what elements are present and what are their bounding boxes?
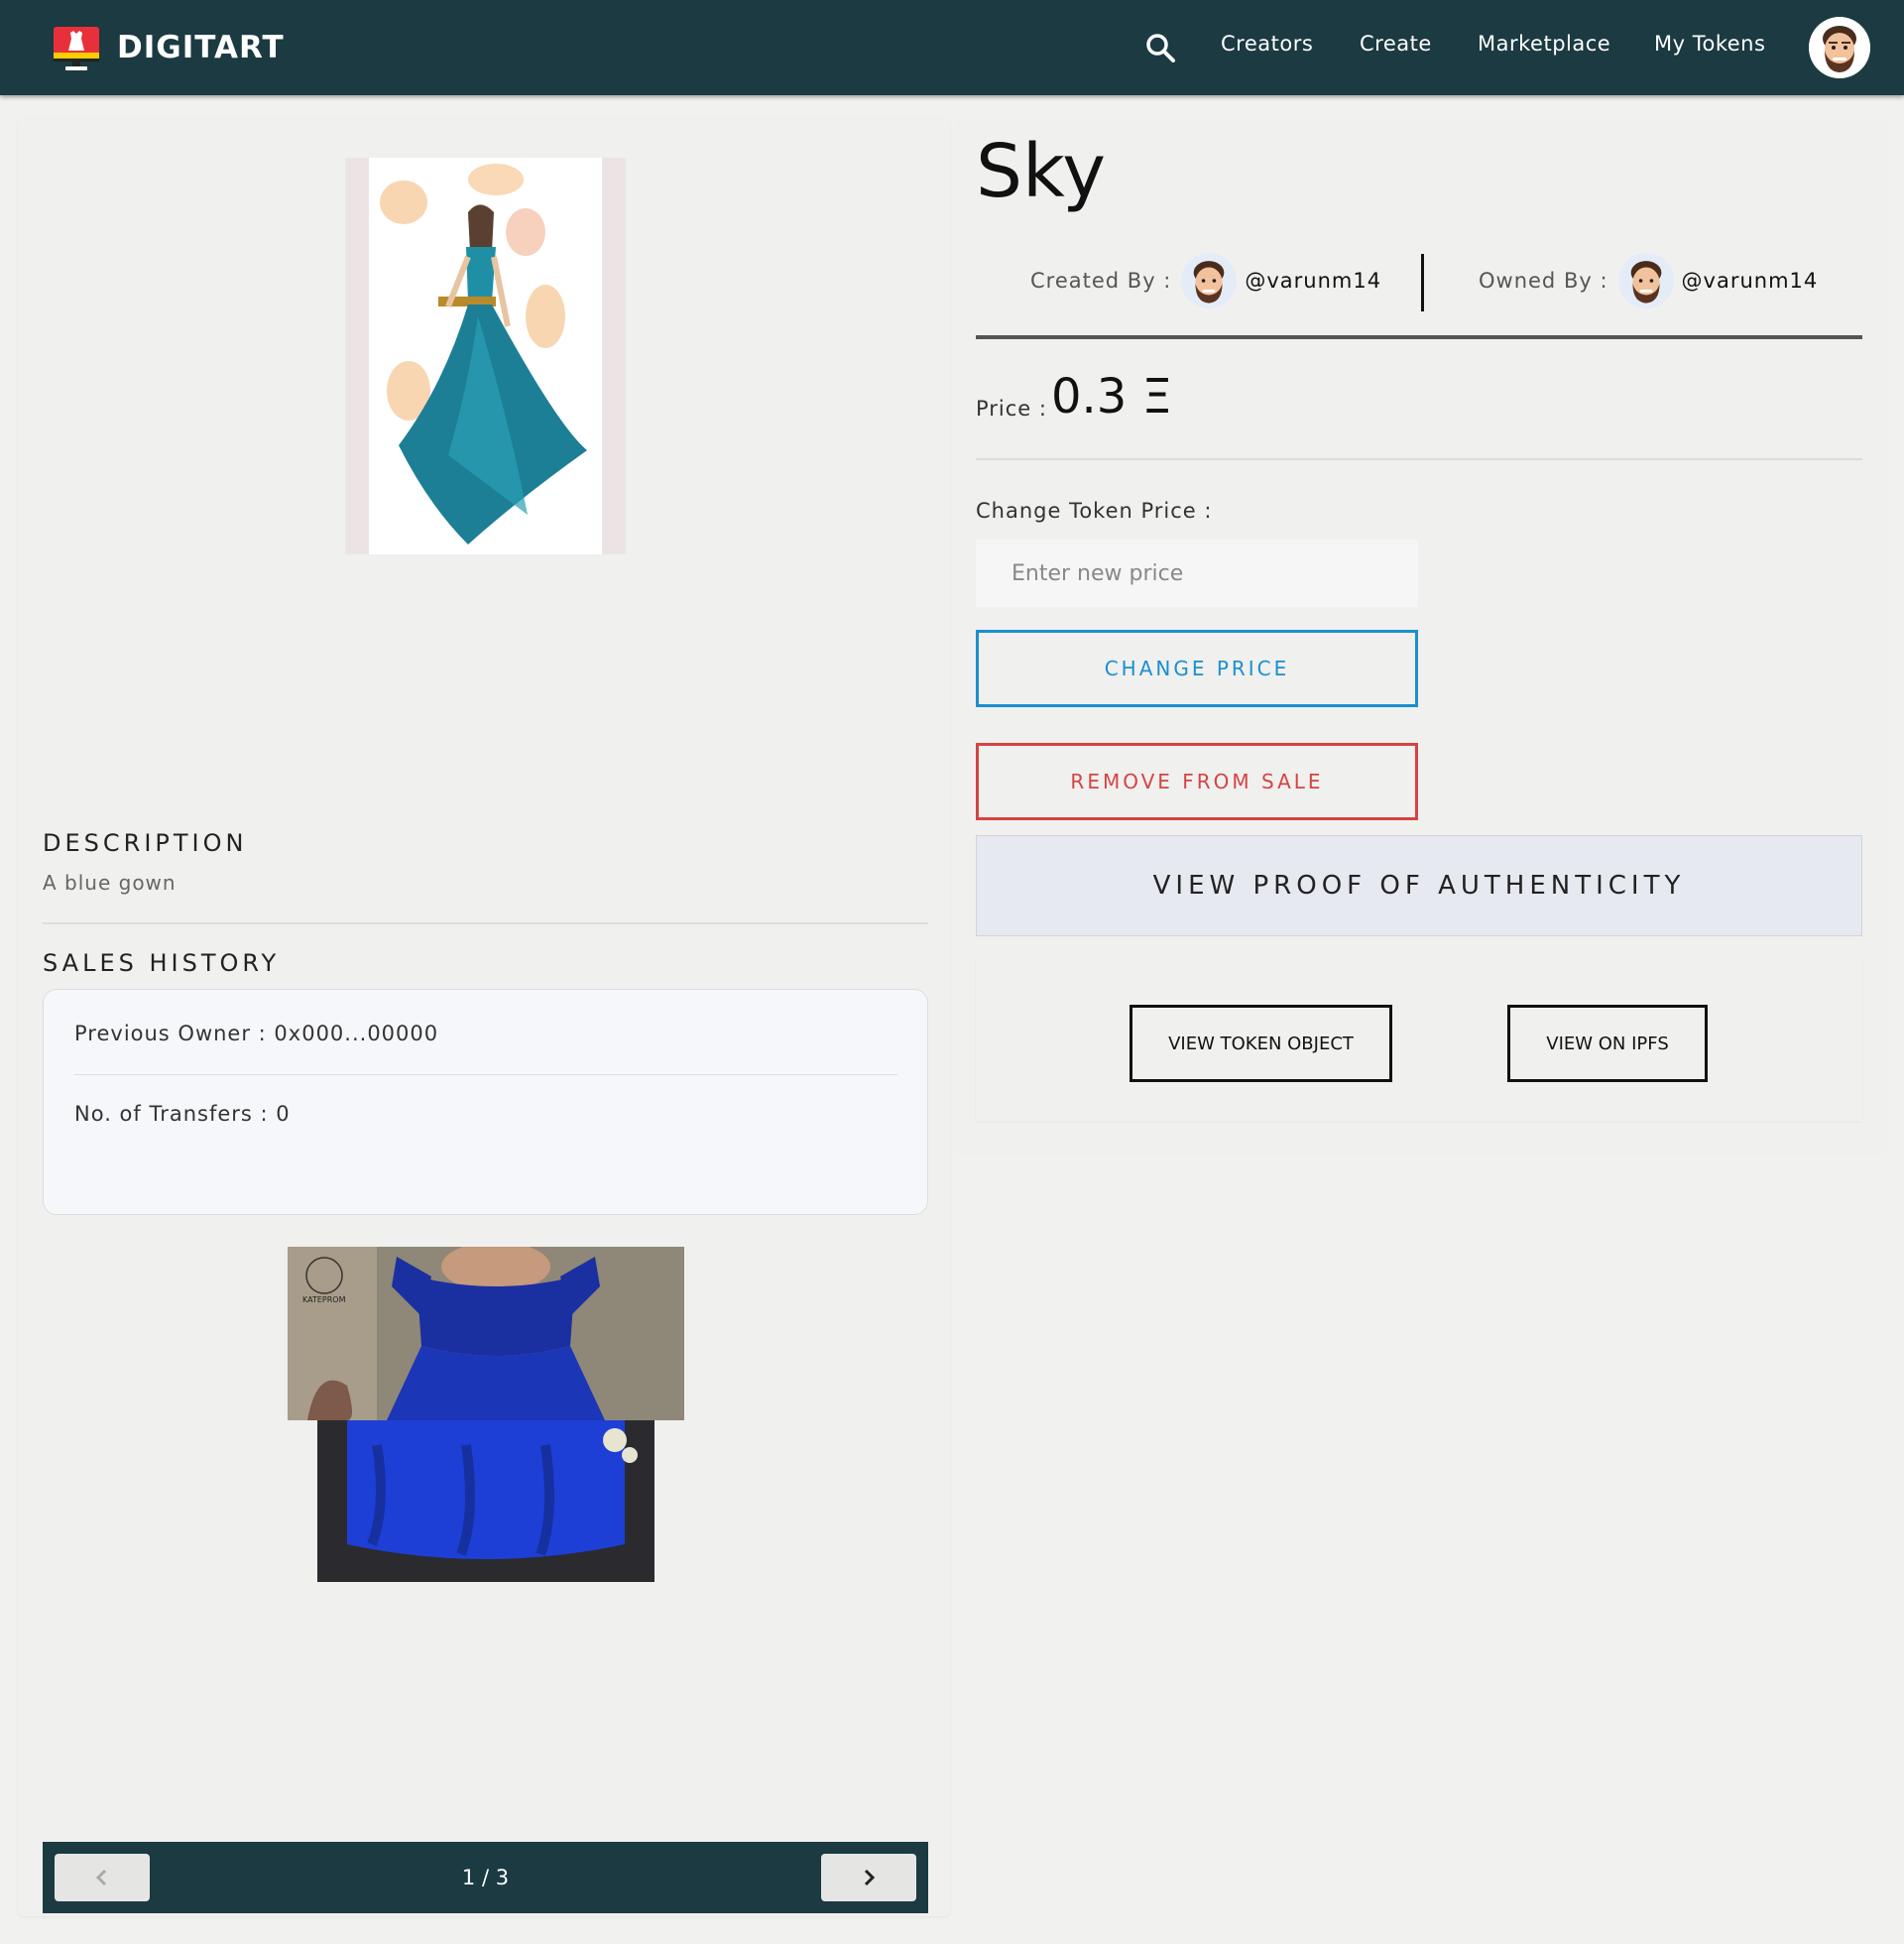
token-title: Sky (976, 129, 1106, 214)
transfers-count: No. of Transfers : 0 (74, 1102, 291, 1126)
pager-label: 1 / 3 (461, 1866, 510, 1889)
view-token-object-button[interactable]: VIEW TOKEN OBJECT (1130, 1005, 1392, 1082)
search-icon[interactable] (1142, 30, 1178, 65)
divider (976, 458, 1862, 460)
nav-link-create[interactable]: Create (1360, 32, 1432, 56)
change-price-label: Change Token Price : (976, 499, 1213, 523)
pager-next-button[interactable] (821, 1854, 916, 1901)
description-text: A blue gown (43, 871, 177, 895)
divider (74, 1074, 897, 1075)
divider (1421, 254, 1424, 311)
owned-by: Owned By : @varunm14 (1479, 248, 1818, 313)
view-on-ipfs-button[interactable]: VIEW ON IPFS (1507, 1005, 1708, 1082)
previous-owner: Previous Owner : 0x000...00000 (74, 1022, 439, 1045)
avatar[interactable] (1181, 253, 1238, 308)
token-links-box (976, 956, 1862, 1121)
token-image[interactable] (345, 158, 626, 554)
chevron-left-icon (95, 1869, 107, 1886)
token-image-canvas (369, 158, 602, 554)
new-price-input[interactable] (976, 540, 1418, 607)
created-by-label: Created By : (1030, 269, 1172, 293)
view-proof-button[interactable]: VIEW PROOF OF AUTHENTICITY (976, 835, 1862, 936)
token-secondary-image[interactable]: KATEPROM (288, 1242, 684, 1582)
nav-link-marketplace[interactable]: Marketplace (1478, 32, 1610, 56)
chevron-right-icon (864, 1869, 876, 1886)
change-price-button[interactable]: CHANGE PRICE (976, 630, 1418, 707)
divider (43, 922, 928, 924)
sales-history-title: SALES HISTORY (43, 949, 281, 977)
brand-name: DIGITART (117, 30, 285, 65)
brand[interactable]: DIGITART (52, 22, 285, 73)
price-label: Price : (976, 397, 1047, 421)
avatar[interactable] (1617, 253, 1674, 308)
divider (976, 335, 1862, 339)
nav-link-creators[interactable]: Creators (1221, 32, 1313, 56)
creator-username[interactable]: @varunm14 (1245, 269, 1381, 293)
image-pager: 1 / 3 (43, 1842, 928, 1913)
owner-username[interactable]: @varunm14 (1682, 269, 1819, 293)
owned-by-label: Owned By : (1479, 269, 1608, 293)
pager-prev-button[interactable] (55, 1854, 150, 1901)
created-by: Created By : @varunm14 (1030, 248, 1381, 313)
digitart-logo-icon (52, 23, 101, 72)
remove-from-sale-button[interactable]: REMOVE FROM SALE (976, 743, 1418, 820)
description-title: DESCRIPTION (43, 829, 248, 857)
price-value: 0.3 Ξ (1051, 369, 1172, 425)
avatar[interactable] (1809, 17, 1870, 78)
sales-history-box: Previous Owner : 0x000...00000 No. of Tr… (43, 989, 928, 1215)
navbar: DIGITART Creators Create Marketplace My … (0, 0, 1904, 95)
nav-link-my-tokens[interactable]: My Tokens (1654, 32, 1765, 56)
watermark-text: KATEPROM (302, 1295, 346, 1304)
